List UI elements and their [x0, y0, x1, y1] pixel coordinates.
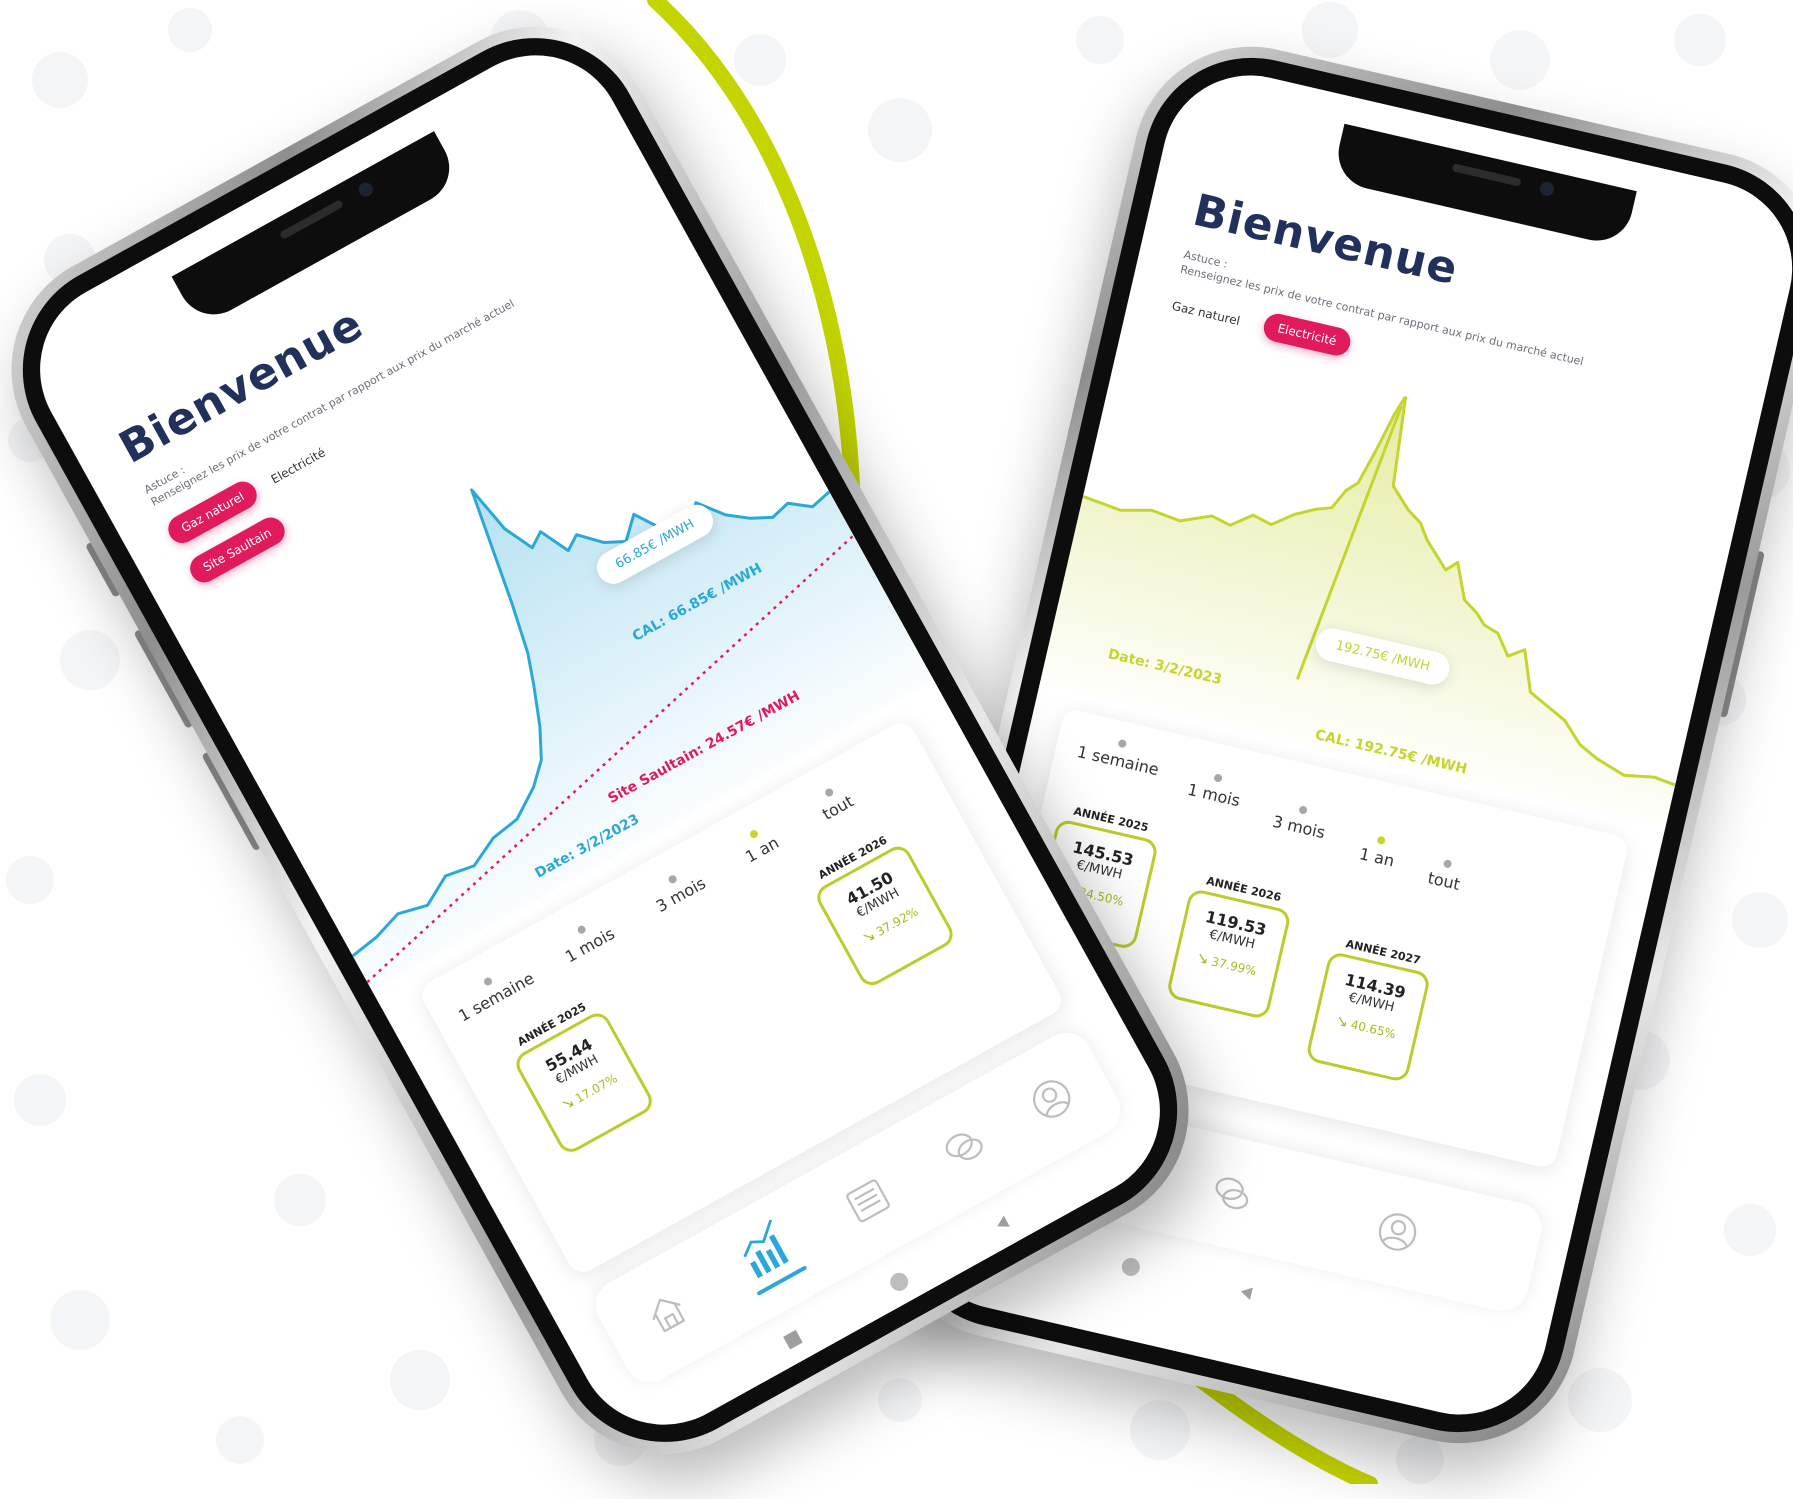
profile-icon[interactable]: [1371, 1206, 1424, 1259]
trend-down-icon: ↘: [1194, 948, 1211, 969]
speaker: [278, 199, 345, 241]
back-system-button[interactable]: [1236, 1282, 1258, 1304]
range-3-mois[interactable]: 3 mois: [647, 863, 709, 916]
range-1-semaine[interactable]: 1 semaine: [1075, 730, 1163, 779]
chart-tab-active[interactable]: [726, 1209, 817, 1308]
trend-down-icon: ↘: [1334, 1011, 1351, 1032]
tab-electricite[interactable]: Electricité: [1261, 311, 1353, 359]
front-camera: [1538, 180, 1556, 198]
home-system-button[interactable]: [886, 1268, 913, 1295]
year-card-2025[interactable]: ANNÉE 2025 55.44 €/MWH ↘17.07%: [492, 987, 668, 1163]
back-system-button[interactable]: [991, 1211, 1015, 1235]
year-card-2026[interactable]: ANNÉE 2026 119.53 €/MWH ↘37.99%: [1153, 868, 1309, 1023]
front-camera: [356, 180, 376, 200]
tab-electricite[interactable]: Electricité: [269, 445, 328, 486]
range-1-semaine[interactable]: 1 semaine: [449, 958, 537, 1026]
home-system-button[interactable]: [1119, 1255, 1143, 1279]
profile-icon[interactable]: [1022, 1069, 1082, 1129]
chat-icon[interactable]: [934, 1118, 994, 1178]
speaker: [1451, 163, 1522, 187]
recents-system-button[interactable]: [781, 1327, 805, 1351]
range-3-mois[interactable]: 3 mois: [1271, 800, 1330, 842]
chat-icon[interactable]: [1205, 1167, 1258, 1220]
range-1-mois[interactable]: 1 mois: [1186, 768, 1245, 810]
range-1-mois[interactable]: 1 mois: [556, 913, 618, 967]
range-tout[interactable]: tout: [1426, 856, 1465, 894]
range-tout[interactable]: tout: [813, 781, 857, 824]
tab-gaz-naturel[interactable]: Gaz naturel: [1171, 299, 1242, 328]
range-1-an[interactable]: 1 an: [1358, 832, 1399, 871]
news-icon[interactable]: [838, 1171, 898, 1231]
year-card-2026[interactable]: ANNÉE 2026 41.50 €/MWH ↘37.92%: [793, 821, 969, 997]
range-1-an[interactable]: 1 an: [736, 822, 782, 867]
home-icon[interactable]: [637, 1282, 697, 1342]
year-card-2027[interactable]: ANNÉE 2027 114.39 €/MWH ↘40.65%: [1292, 931, 1448, 1086]
